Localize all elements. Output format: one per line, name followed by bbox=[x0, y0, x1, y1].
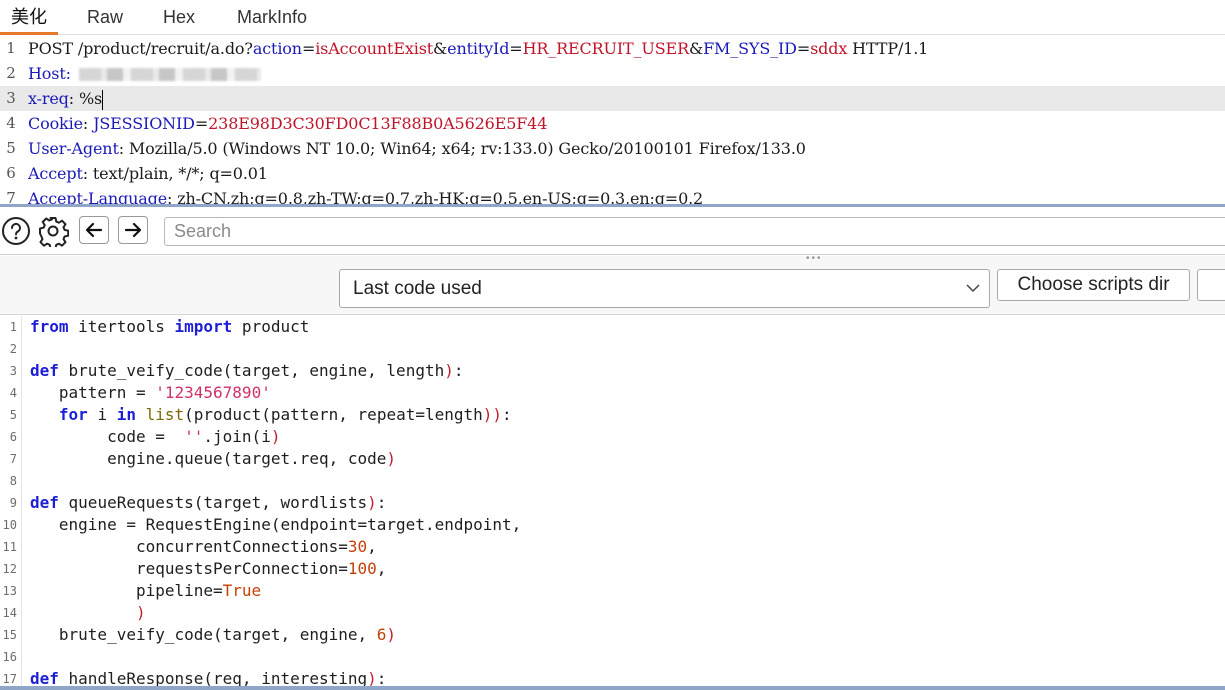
tab-hex[interactable]: Hex bbox=[163, 0, 195, 35]
code-line[interactable]: 8 bbox=[0, 470, 1225, 492]
line-number: 1 bbox=[9, 320, 17, 334]
extra-button[interactable] bbox=[1197, 269, 1225, 301]
line-number: 11 bbox=[2, 540, 17, 554]
code-line[interactable]: 16 bbox=[0, 646, 1225, 668]
request-line[interactable]: 7 Accept-Language: zh-CN,zh;q=0.8,zh-TW;q… bbox=[0, 186, 1225, 204]
code-line[interactable]: 1 from itertools import product bbox=[0, 316, 1225, 338]
code-line[interactable]: 14 ) bbox=[0, 602, 1225, 624]
line-number: 7 bbox=[6, 189, 16, 204]
request-line-text: POST /product/recruit/a.do?action=isAcco… bbox=[28, 39, 929, 58]
line-number: 10 bbox=[2, 518, 17, 532]
code-line-text: ) bbox=[135, 603, 146, 622]
back-button[interactable] bbox=[79, 216, 109, 244]
request-line[interactable]: 3 x-req: %s bbox=[0, 86, 1225, 111]
code-line[interactable]: 10 engine = RequestEngine(endpoint=targe… bbox=[0, 514, 1225, 536]
line-number: 5 bbox=[9, 408, 17, 422]
code-line-text: pattern = '1234567890' bbox=[30, 383, 271, 402]
script-select[interactable]: Last code used bbox=[339, 269, 990, 308]
line-number: 12 bbox=[2, 562, 17, 576]
code-line-text: code = ''.join(i) bbox=[30, 427, 281, 446]
code-line-text: def handleResponse(req, interesting): bbox=[30, 669, 387, 686]
code-line-text: concurrentConnections=30, bbox=[30, 537, 377, 556]
request-editor[interactable]: 1 POST /product/recruit/a.do?action=isAcc… bbox=[0, 36, 1225, 204]
code-line-text: def brute_veify_code(target, engine, len… bbox=[30, 361, 464, 380]
help-button[interactable] bbox=[0, 215, 32, 247]
line-number: 16 bbox=[2, 650, 17, 664]
line-number: 2 bbox=[9, 342, 17, 356]
code-line[interactable]: 5 for i in list(product(pattern, repeat=… bbox=[0, 404, 1225, 426]
code-line[interactable]: 6 code = ''.join(i) bbox=[0, 426, 1225, 448]
line-number: 14 bbox=[2, 606, 17, 620]
line-number: 13 bbox=[2, 584, 17, 598]
line-number: 17 bbox=[2, 672, 17, 686]
code-line-text: engine.queue(target.req, code) bbox=[30, 449, 397, 468]
line-number: 7 bbox=[9, 452, 17, 466]
code-line-text: requestsPerConnection=100, bbox=[30, 559, 387, 578]
line-number: 9 bbox=[9, 496, 17, 510]
request-line-text: Accept: text/plain, */*; q=0.01 bbox=[28, 164, 268, 183]
code-line[interactable]: 17 def handleResponse(req, interesting): bbox=[0, 668, 1225, 686]
tab-pretty[interactable]: 美化 bbox=[0, 0, 58, 35]
line-number: 4 bbox=[9, 386, 17, 400]
line-number: 3 bbox=[9, 364, 17, 378]
code-line[interactable]: 15 brute_veify_code(target, engine, 6) bbox=[0, 624, 1225, 646]
code-line[interactable]: 4 pattern = '1234567890' bbox=[0, 382, 1225, 404]
arrow-right-icon bbox=[124, 222, 142, 238]
line-number: 4 bbox=[6, 114, 16, 132]
question-circle-icon bbox=[2, 217, 30, 245]
redacted-host bbox=[78, 68, 261, 81]
code-line-text: brute_veify_code(target, engine, 6) bbox=[30, 625, 397, 644]
tab-markinfo[interactable]: MarkInfo bbox=[237, 0, 307, 35]
settings-button[interactable] bbox=[37, 215, 69, 247]
message-view-tabs: 美化 Raw Hex MarkInfo bbox=[0, 0, 1225, 35]
resize-grip-icon[interactable]: ••• bbox=[806, 254, 826, 264]
code-line-text: pipeline=True bbox=[30, 581, 262, 600]
bottom-border bbox=[0, 686, 1225, 690]
code-line[interactable]: 7 engine.queue(target.req, code) bbox=[0, 448, 1225, 470]
request-line-text: x-req: %s bbox=[28, 89, 104, 110]
code-line[interactable]: 9 def queueRequests(target, wordlists): bbox=[0, 492, 1225, 514]
forward-button[interactable] bbox=[118, 216, 148, 244]
line-number: 3 bbox=[6, 89, 16, 107]
request-line-text: Cookie: JSESSIONID=238E98D3C30FD0C13F88B… bbox=[28, 114, 548, 133]
chevron-down-icon bbox=[965, 270, 981, 307]
code-line-text: from itertools import product bbox=[30, 317, 310, 336]
script-select-value: Last code used bbox=[353, 278, 482, 299]
search-input[interactable] bbox=[164, 217, 1225, 246]
request-line-text: Accept-Language: zh-CN,zh;q=0.8,zh-TW;q=… bbox=[28, 189, 704, 204]
code-line-text: engine = RequestEngine(endpoint=target.e… bbox=[30, 515, 522, 534]
search-toolbar bbox=[0, 207, 1225, 255]
request-line-text: User-Agent: Mozilla/5.0 (Windows NT 10.0… bbox=[28, 139, 806, 158]
code-line-text: for i in list(product(pattern, repeat=le… bbox=[58, 405, 512, 424]
line-number: 1 bbox=[6, 39, 16, 57]
line-number: 5 bbox=[6, 139, 16, 157]
line-number: 6 bbox=[9, 430, 17, 444]
code-line[interactable]: 13 pipeline=True bbox=[0, 580, 1225, 602]
gear-icon bbox=[39, 217, 69, 247]
choose-scripts-dir-button[interactable]: Choose scripts dir bbox=[997, 269, 1190, 301]
text-caret bbox=[102, 89, 104, 110]
line-number: 15 bbox=[2, 628, 17, 642]
request-line[interactable]: 6 Accept: text/plain, */*; q=0.01 bbox=[0, 161, 1225, 186]
request-line[interactable]: 5 User-Agent: Mozilla/5.0 (Windows NT 10.… bbox=[0, 136, 1225, 161]
request-line[interactable]: 2 Host: bbox=[0, 61, 1225, 86]
line-number: 8 bbox=[9, 474, 17, 488]
arrow-left-icon bbox=[85, 222, 103, 238]
request-line[interactable]: 1 POST /product/recruit/a.do?action=isAcc… bbox=[0, 36, 1225, 61]
line-number: 6 bbox=[6, 164, 16, 182]
code-line[interactable]: 11 concurrentConnections=30, bbox=[0, 536, 1225, 558]
request-line-text: Host: bbox=[28, 61, 261, 86]
tab-raw[interactable]: Raw bbox=[87, 0, 123, 35]
code-line-text: def queueRequests(target, wordlists): bbox=[30, 493, 387, 512]
request-line[interactable]: 4 Cookie: JSESSIONID=238E98D3C30FD0C13F88… bbox=[0, 111, 1225, 136]
script-editor[interactable]: 1 from itertools import product 2 3 def brut… bbox=[0, 316, 1225, 686]
code-line[interactable]: 2 bbox=[0, 338, 1225, 360]
code-line[interactable]: 3 def brute_veify_code(target, engine, le… bbox=[0, 360, 1225, 382]
code-line[interactable]: 12 requestsPerConnection=100, bbox=[0, 558, 1225, 580]
scripts-bar: Last code used Choose scripts dir bbox=[0, 256, 1225, 315]
line-number: 2 bbox=[6, 64, 16, 82]
